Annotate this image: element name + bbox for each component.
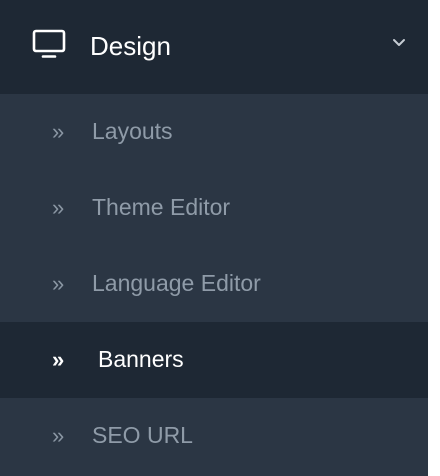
monitor-icon (32, 29, 66, 58)
submenu: » Layouts » Theme Editor » Language Edit… (0, 94, 428, 474)
submenu-item-banners[interactable]: » Banners (0, 322, 428, 398)
sidebar-item-design[interactable]: Design (0, 0, 428, 94)
chevron-down-icon[interactable] (392, 38, 406, 48)
submenu-item-label: Layouts (92, 118, 173, 144)
double-chevron-right-icon: » (52, 347, 65, 372)
submenu-item-language-editor[interactable]: » Language Editor (0, 246, 428, 322)
submenu-item-label: SEO URL (92, 422, 193, 448)
double-chevron-right-icon: » (52, 195, 65, 220)
submenu-item-seo-url[interactable]: » SEO URL (0, 398, 428, 474)
double-chevron-right-icon: » (52, 423, 65, 448)
sidebar-menu: Design » Layouts » Theme Editor » Langua… (0, 0, 428, 476)
submenu-item-label: Language Editor (92, 270, 261, 296)
double-chevron-right-icon: » (52, 271, 65, 296)
submenu-item-layouts[interactable]: » Layouts (0, 94, 428, 170)
submenu-item-theme-editor[interactable]: » Theme Editor (0, 170, 428, 246)
sidebar-item-label: Design (90, 31, 171, 61)
submenu-item-label: Banners (98, 346, 184, 372)
submenu-item-label: Theme Editor (92, 194, 231, 220)
double-chevron-right-icon: » (52, 119, 65, 144)
